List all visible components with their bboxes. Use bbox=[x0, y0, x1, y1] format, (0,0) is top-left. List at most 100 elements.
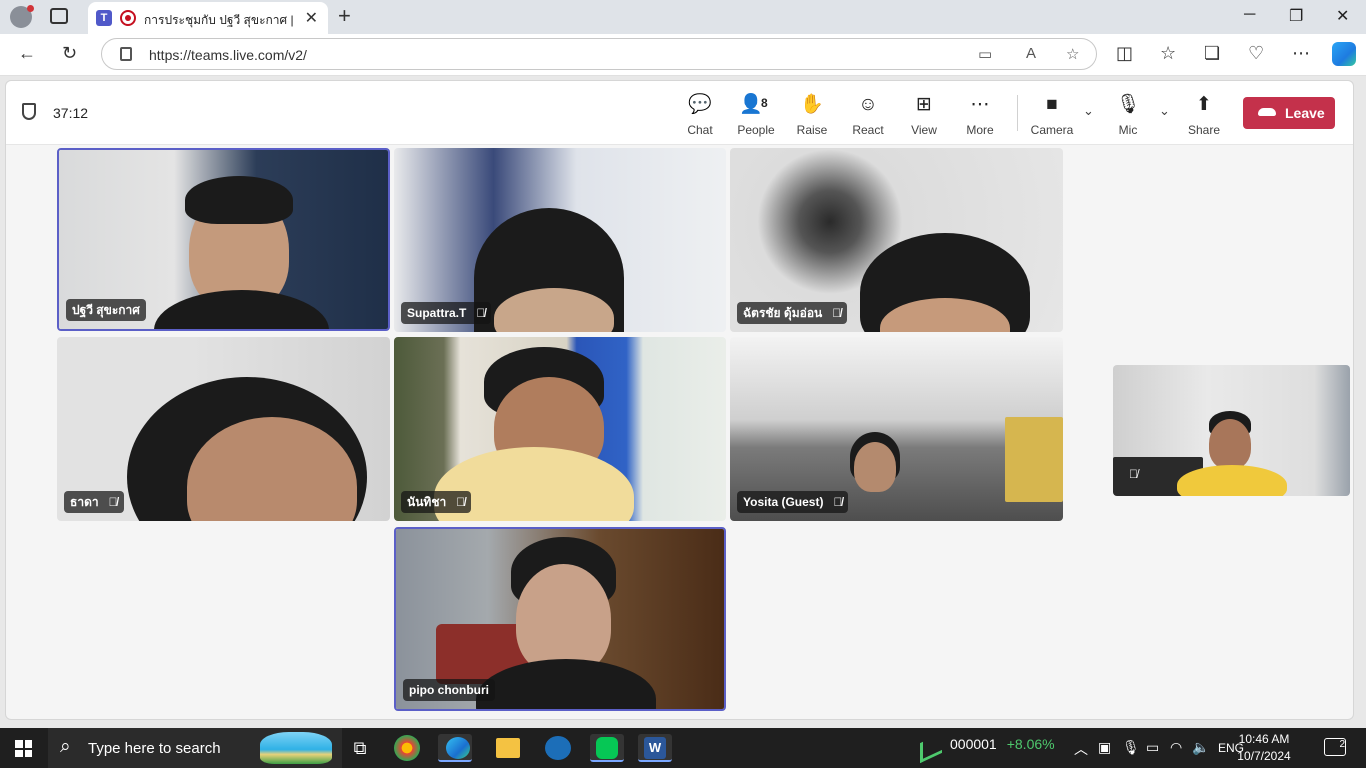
camera-button[interactable]: ■ Camera bbox=[1026, 93, 1078, 137]
video-tile-participant-7[interactable]: pipo chonburi bbox=[394, 527, 726, 711]
show-hidden-icons-chevron-icon[interactable]: ︿ bbox=[1074, 739, 1088, 759]
word-app-icon: W bbox=[644, 737, 666, 759]
microphone-tray-icon[interactable]: 🎙 bbox=[1122, 739, 1140, 756]
people-button[interactable]: 👤 8 People bbox=[730, 93, 782, 137]
participant-name-tag: pipo chonburi bbox=[403, 679, 495, 701]
stock-widget[interactable]: 000001 +8.06% bbox=[950, 736, 1055, 752]
grid-view-icon: ⊞ bbox=[916, 94, 932, 115]
clock-date: 10/7/2024 bbox=[1237, 749, 1291, 763]
mic-label: Mic bbox=[1118, 123, 1138, 137]
meeting-toolbar: 37:12 💬 Chat 👤 8 People ✋ Raise ☺ React … bbox=[6, 81, 1353, 145]
recording-indicator-icon bbox=[120, 10, 136, 26]
toolbar-divider bbox=[1017, 95, 1018, 131]
more-button[interactable]: ⋯ More bbox=[954, 93, 1006, 137]
mic-options-chevron-icon[interactable]: ⌄ bbox=[1159, 103, 1170, 119]
address-bar[interactable]: https://teams.live.com/v2/ ▭ A ☆ bbox=[101, 38, 1097, 70]
site-info-icon[interactable] bbox=[120, 47, 132, 61]
share-label: Share bbox=[1187, 123, 1221, 137]
mic-off-icon: 🎙̸ bbox=[476, 306, 486, 320]
url-text[interactable]: https://teams.live.com/v2/ bbox=[149, 47, 307, 63]
participant-name-tag: ปฐวี สุขะกาศ bbox=[66, 299, 146, 321]
back-icon[interactable]: ← bbox=[18, 43, 36, 64]
mic-off-icon: 🎙̸ bbox=[108, 495, 118, 509]
react-emoji-icon: ☺ bbox=[858, 94, 878, 115]
camera-options-chevron-icon[interactable]: ⌄ bbox=[1083, 103, 1094, 119]
participant-name: ธาดา bbox=[70, 495, 99, 509]
tab-actions-icon[interactable] bbox=[50, 8, 68, 24]
people-icon: 👤 bbox=[739, 94, 763, 115]
tab-close-icon[interactable]: ✕ bbox=[305, 8, 318, 28]
leave-button[interactable]: Leave bbox=[1243, 97, 1335, 129]
view-button[interactable]: ⊞ View bbox=[898, 93, 950, 137]
participant-name-tag: Supattra.T 🎙̸ bbox=[401, 302, 492, 324]
clock-time: 10:46 AM bbox=[1238, 732, 1290, 746]
mic-button[interactable]: 🎙 Mic bbox=[1102, 93, 1154, 137]
participant-name: Yosita (Guest) bbox=[743, 495, 824, 509]
read-aloud-icon[interactable]: A bbox=[1026, 45, 1036, 62]
magnifier-app-icon[interactable] bbox=[545, 736, 571, 760]
video-tile-participant-6[interactable]: Yosita (Guest) 🎙̸ bbox=[730, 337, 1063, 521]
search-icon: ⌕ bbox=[60, 736, 71, 757]
stock-change: +8.06% bbox=[1006, 736, 1055, 752]
notification-center-icon[interactable]: 2 bbox=[1324, 738, 1346, 756]
system-clock[interactable]: 10:46 AM 10/7/2024 bbox=[1228, 731, 1300, 765]
taskbar-search-box[interactable]: ⌕ Type here to search bbox=[48, 728, 342, 768]
more-label: More bbox=[966, 123, 994, 137]
camera-in-use-icon[interactable]: ▭ bbox=[978, 45, 992, 63]
share-screen-icon: ⬆ bbox=[1196, 94, 1212, 115]
settings-more-icon[interactable]: ⋯ bbox=[1292, 43, 1310, 64]
chrome-icon[interactable] bbox=[394, 735, 420, 761]
participant-name: ปฐวี สุขะกาศ bbox=[72, 303, 140, 317]
participant-name: ฉัตรชัย ดุ้มอ่อน bbox=[743, 306, 823, 320]
battery-icon[interactable]: ▭ bbox=[1146, 739, 1159, 756]
video-tile-participant-3[interactable]: ฉัตรชัย ดุ้มอ่อน 🎙̸ bbox=[730, 148, 1063, 332]
windows-start-icon[interactable] bbox=[15, 740, 32, 757]
mic-off-icon: 🎙̸ bbox=[833, 495, 843, 509]
file-explorer-icon[interactable] bbox=[496, 738, 520, 758]
raise-hand-button[interactable]: ✋ Raise bbox=[786, 93, 838, 137]
chat-button[interactable]: 💬 Chat bbox=[674, 93, 726, 137]
react-button[interactable]: ☺ React bbox=[842, 93, 894, 137]
split-screen-icon[interactable]: ◫ bbox=[1116, 43, 1133, 64]
participant-name-tag: Yosita (Guest) 🎙̸ bbox=[737, 491, 849, 513]
close-window-button[interactable]: ✕ bbox=[1336, 6, 1349, 26]
view-label: View bbox=[911, 123, 937, 137]
teams-favicon-icon: T bbox=[96, 10, 112, 26]
wifi-icon[interactable]: ◠ bbox=[1170, 739, 1182, 756]
restore-button[interactable]: ❐ bbox=[1289, 6, 1303, 26]
chat-icon: 💬 bbox=[688, 94, 712, 115]
volume-icon[interactable]: 🔈 bbox=[1192, 739, 1209, 756]
participant-name-tag: ธาดา 🎙̸ bbox=[64, 491, 124, 513]
video-tile-participant-2[interactable]: Supattra.T 🎙̸ bbox=[394, 148, 726, 332]
participant-name-tag: นันทิชา 🎙̸ bbox=[401, 491, 472, 513]
task-view-icon[interactable]: ⧉ bbox=[343, 734, 377, 762]
raise-hand-icon: ✋ bbox=[800, 94, 824, 115]
favorite-star-icon[interactable]: ☆ bbox=[1066, 45, 1079, 63]
collections-icon[interactable]: ❏ bbox=[1204, 43, 1220, 64]
windows-taskbar: ⌕ Type here to search ⧉ W 000001 +8.06% ︿… bbox=[0, 728, 1366, 768]
video-tile-participant-5[interactable]: นันทิชา 🎙̸ bbox=[394, 337, 726, 521]
browser-essentials-icon[interactable]: ♡ bbox=[1248, 43, 1264, 64]
meeting-info-shield-icon[interactable] bbox=[22, 103, 36, 120]
camera-icon: ■ bbox=[1046, 94, 1058, 115]
meet-now-icon[interactable]: ▣ bbox=[1098, 739, 1111, 756]
share-button[interactable]: ⬆ Share bbox=[1178, 93, 1230, 137]
browser-tab-teams[interactable]: T การประชุมกับ ปฐวี สุขะกาศ | Mic ✕ bbox=[88, 2, 328, 34]
refresh-icon[interactable]: ↻ bbox=[62, 43, 77, 64]
participant-name: นันทิชา bbox=[407, 495, 447, 509]
video-tile-participant-4[interactable]: ธาดา 🎙̸ bbox=[57, 337, 390, 521]
mic-off-icon: 🎙̸ bbox=[832, 306, 842, 320]
participant-name: pipo chonburi bbox=[409, 683, 489, 697]
self-view-tile[interactable]: 🎙̸ bbox=[1113, 365, 1350, 496]
new-tab-button[interactable]: + bbox=[338, 3, 351, 29]
wall-poster bbox=[1005, 417, 1063, 502]
profile-badge bbox=[27, 5, 34, 12]
self-mic-off-icon: 🎙̸ bbox=[1129, 467, 1138, 481]
people-label: People bbox=[737, 123, 775, 137]
chat-label: Chat bbox=[687, 123, 713, 137]
video-tile-participant-1[interactable]: ปฐวี สุขะกาศ bbox=[57, 148, 390, 331]
favorites-icon[interactable]: ☆ bbox=[1160, 43, 1176, 64]
copilot-icon[interactable] bbox=[1332, 42, 1356, 66]
participant-face bbox=[1209, 419, 1251, 469]
minimize-button[interactable]: ─ bbox=[1244, 6, 1255, 24]
